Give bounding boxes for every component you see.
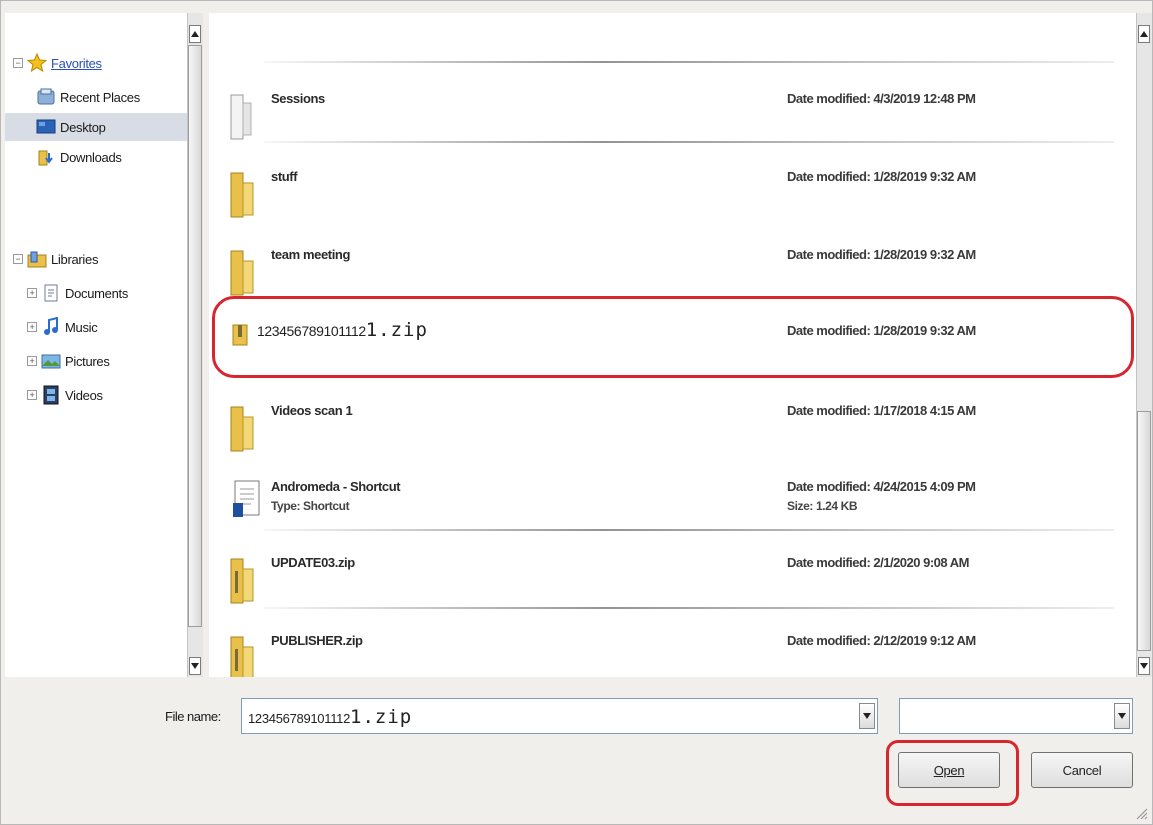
documents-icon: [40, 282, 62, 304]
file-row-sessions[interactable]: Sessions Date modified: 4/3/2019 12:48 P…: [209, 65, 1136, 149]
file-date-modified: Date modified: 4/3/2019 12:48 PM: [787, 91, 976, 106]
nav-recent-places[interactable]: Recent Places: [35, 83, 140, 111]
collapse-icon[interactable]: −: [13, 254, 23, 264]
nav-documents[interactable]: + Documents: [27, 279, 128, 307]
zip-folder-icon: [230, 636, 254, 677]
nav-label-downloads: Downloads: [60, 149, 122, 165]
open-file-dialog: − Favorites Recent Places Desktop Downlo…: [0, 0, 1153, 825]
cancel-button-label: Cancel: [1062, 762, 1102, 778]
file-name-extension: 1.zip: [365, 319, 428, 341]
chevron-down-icon: [863, 713, 871, 719]
file-name-base: 123456789101112: [257, 323, 366, 339]
zip-folder-icon: [232, 324, 248, 346]
resize-grip-icon[interactable]: [1134, 806, 1148, 820]
nav-libraries[interactable]: − Libraries: [13, 245, 98, 273]
row-divider: [264, 61, 1114, 63]
star-icon: [26, 52, 48, 74]
file-name: Andromeda - Shortcut: [271, 479, 401, 494]
file-name-label: File name:: [165, 709, 221, 724]
scroll-up-arrow-icon[interactable]: [189, 25, 201, 43]
file-name: 1234567891011121.zip: [257, 319, 428, 341]
collapse-icon[interactable]: −: [13, 58, 23, 68]
file-name-dropdown-button[interactable]: [859, 703, 875, 729]
music-note-icon: [40, 316, 62, 338]
file-date-modified: Date modified: 2/12/2019 9:12 AM: [787, 633, 976, 648]
file-row-shortcut[interactable]: Andromeda - Shortcut Type: Shortcut Date…: [209, 453, 1136, 537]
file-row-videos-scan[interactable]: Videos scan 1 Date modified: 1/17/2018 4…: [209, 377, 1136, 461]
file-name: Sessions: [271, 91, 325, 106]
file-name: Videos scan 1: [271, 403, 353, 418]
file-name: team meeting: [271, 247, 351, 262]
chevron-down-icon: [1118, 713, 1126, 719]
file-date-modified: Date modified: 1/28/2019 9:32 AM: [787, 247, 976, 262]
nav-label-desktop: Desktop: [60, 119, 106, 135]
cancel-button[interactable]: Cancel: [1031, 752, 1133, 788]
open-button-label: Open: [933, 762, 965, 778]
libraries-icon: [26, 248, 48, 270]
nav-label-pictures: Pictures: [65, 353, 110, 369]
file-date-modified: Date modified: 1/28/2019 9:32 AM: [787, 169, 976, 184]
file-size: Size: 1.24 KB: [787, 499, 858, 513]
navigation-pane: − Favorites Recent Places Desktop Downlo…: [5, 13, 187, 677]
nav-scrollbar[interactable]: [187, 13, 203, 677]
nav-label-videos: Videos: [65, 387, 103, 403]
file-date-modified: Date modified: 4/24/2015 4:09 PM: [787, 479, 976, 494]
file-type-dropdown-button[interactable]: [1114, 703, 1130, 729]
nav-scrollbar-thumb[interactable]: [188, 45, 202, 627]
file-row-selected-zip[interactable]: 1234567891011121.zip Date modified: 1/28…: [209, 303, 1136, 373]
open-button[interactable]: Open: [898, 752, 1000, 788]
file-list: Sessions Date modified: 4/3/2019 12:48 P…: [209, 13, 1136, 677]
nav-label-recent-places: Recent Places: [60, 89, 140, 105]
zip-folder-icon: [230, 558, 254, 604]
file-date-modified: Date modified: 1/17/2018 4:15 AM: [787, 403, 976, 418]
file-name: PUBLISHER.zip: [271, 633, 363, 648]
nav-favorites[interactable]: − Favorites: [13, 49, 102, 77]
file-name-combobox[interactable]: 1234567891011121.zip: [241, 698, 878, 734]
file-name-input[interactable]: [242, 699, 864, 733]
file-row-team-meeting[interactable]: team meeting Date modified: 1/28/2019 9:…: [209, 221, 1136, 305]
file-list-scrollbar-thumb[interactable]: [1137, 411, 1151, 651]
recent-places-icon: [35, 86, 57, 108]
nav-desktop[interactable]: Desktop: [5, 113, 187, 141]
scroll-up-arrow-icon[interactable]: [1138, 25, 1150, 43]
pictures-icon: [40, 350, 62, 372]
downloads-folder-icon: [35, 146, 57, 168]
nav-pictures[interactable]: + Pictures: [27, 347, 110, 375]
folder-icon: [230, 172, 254, 218]
nav-downloads[interactable]: Downloads: [35, 143, 122, 171]
folder-open-icon: [230, 94, 252, 140]
expand-icon[interactable]: +: [27, 288, 37, 298]
nav-music[interactable]: + Music: [27, 313, 98, 341]
shortcut-document-icon: [233, 480, 260, 517]
file-row-publisher-zip[interactable]: PUBLISHER.zip Date modified: 2/12/2019 9…: [209, 607, 1136, 677]
file-list-scrollbar[interactable]: [1136, 13, 1152, 677]
folder-icon: [230, 406, 254, 452]
expand-icon[interactable]: +: [27, 356, 37, 366]
file-row-stuff[interactable]: stuff Date modified: 1/28/2019 9:32 AM: [209, 143, 1136, 227]
expand-icon[interactable]: +: [27, 390, 37, 400]
file-type-select[interactable]: [899, 698, 1133, 734]
nav-label-documents: Documents: [65, 285, 129, 301]
scroll-down-arrow-icon[interactable]: [1138, 657, 1150, 675]
file-type: Type: Shortcut: [271, 499, 350, 513]
desktop-icon: [35, 116, 57, 138]
file-name: UPDATE03.zip: [271, 555, 355, 570]
expand-icon[interactable]: +: [27, 322, 37, 332]
nav-label-music: Music: [65, 319, 98, 335]
nav-label-libraries: Libraries: [51, 251, 99, 267]
file-row-update-zip[interactable]: UPDATE03.zip Date modified: 2/1/2020 9:0…: [209, 529, 1136, 613]
nav-videos[interactable]: + Videos: [27, 381, 103, 409]
file-date-modified: Date modified: 1/28/2019 9:32 AM: [787, 323, 976, 338]
scroll-down-arrow-icon[interactable]: [189, 657, 201, 675]
folder-icon: [230, 250, 254, 296]
nav-label-favorites: Favorites: [51, 55, 102, 71]
file-name: stuff: [271, 169, 298, 184]
file-date-modified: Date modified: 2/1/2020 9:08 AM: [787, 555, 969, 570]
film-icon: [40, 384, 62, 406]
